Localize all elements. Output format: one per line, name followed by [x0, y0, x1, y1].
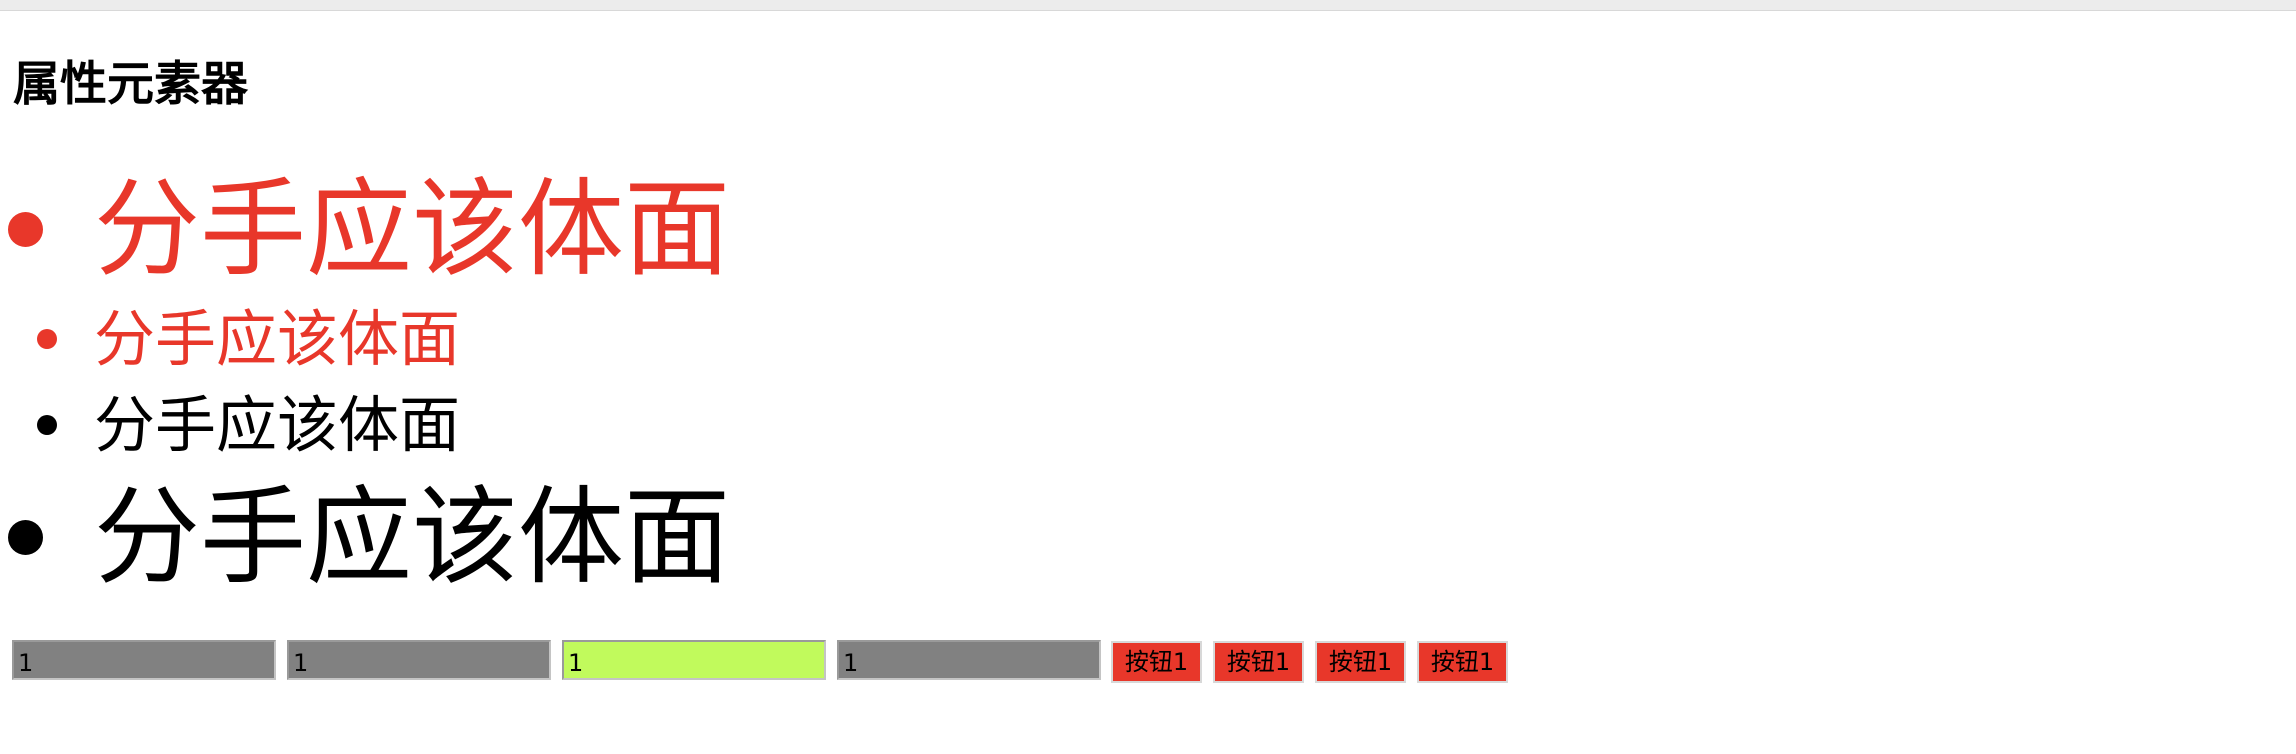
button-1[interactable]: 按钮1: [1111, 641, 1202, 683]
text-input-4[interactable]: [837, 640, 1101, 680]
bullet-icon: [8, 520, 43, 555]
bullet-icon: [8, 212, 43, 247]
bullet-icon: [37, 329, 57, 349]
browser-top-strip: [0, 0, 2296, 11]
text-input-3-highlighted[interactable]: [562, 640, 826, 680]
bullet-icon: [37, 415, 57, 435]
button-4[interactable]: 按钮1: [1417, 641, 1508, 683]
list-item: 分手应该体面: [0, 166, 730, 291]
list-item: 分手应该体面: [0, 474, 730, 599]
list-item-text: 分手应该体面: [94, 390, 461, 461]
list-item: 分手应该体面: [0, 388, 500, 461]
text-input-1[interactable]: [12, 640, 276, 680]
list-item-text: 分手应该体面: [94, 304, 461, 375]
button-2[interactable]: 按钮1: [1213, 641, 1304, 683]
text-input-2[interactable]: [287, 640, 551, 680]
button-3[interactable]: 按钮1: [1315, 641, 1406, 683]
page-title: 属性元素器: [13, 57, 248, 112]
list-item: 分手应该体面: [0, 302, 500, 375]
list-item-text: 分手应该体面: [94, 476, 730, 599]
list-item-text: 分手应该体面: [94, 168, 730, 291]
